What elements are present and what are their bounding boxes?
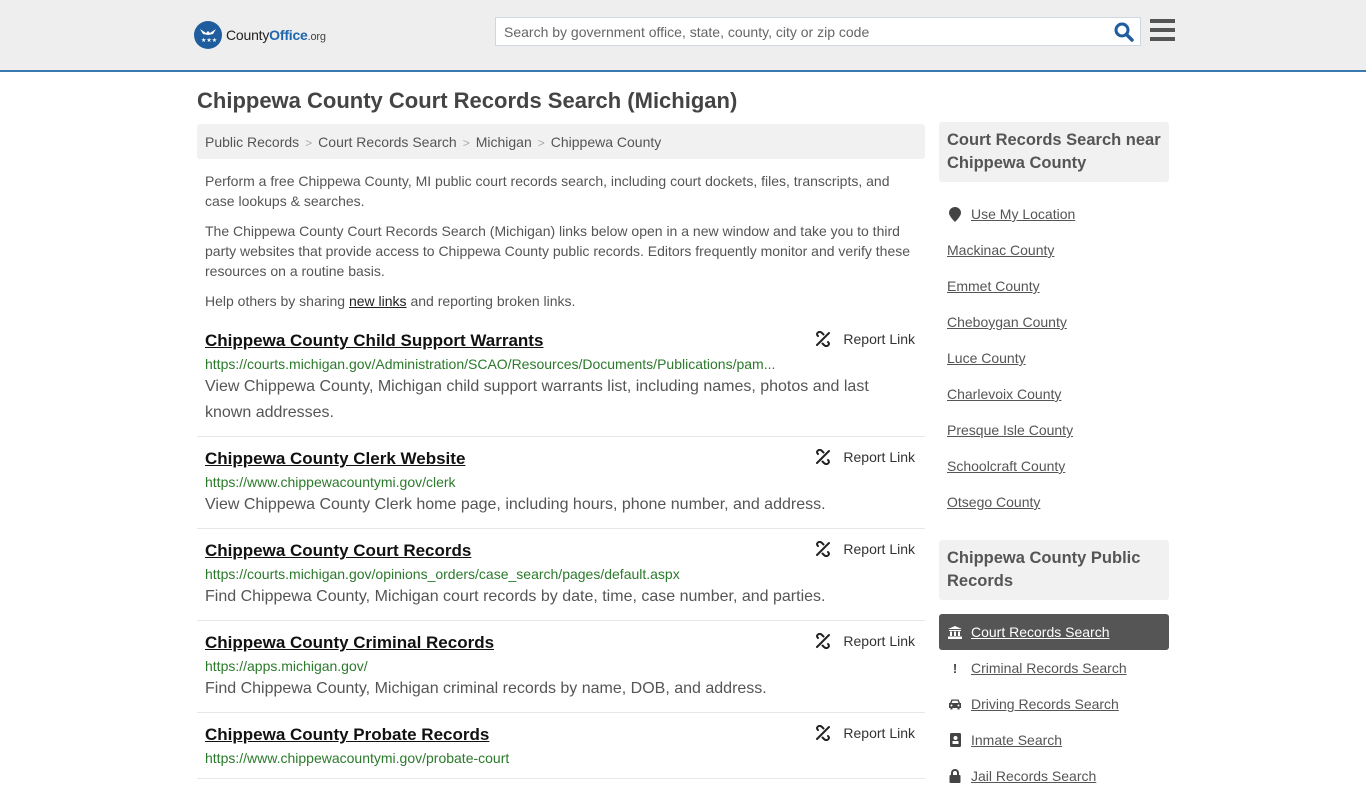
breadcrumb-public-records[interactable]: Public Records	[205, 134, 299, 150]
intro-share-paragraph: Help others by sharing new links and rep…	[205, 293, 576, 309]
inmate-search-link[interactable]: Inmate Search	[971, 732, 1062, 748]
nearby-county-item: Mackinac County	[939, 232, 1169, 268]
broken-link-icon	[816, 541, 831, 557]
nearby-county-link[interactable]: Otsego County	[947, 494, 1040, 510]
intro: Perform a free Chippewa County, MI publi…	[197, 159, 925, 311]
id-badge-icon	[947, 733, 963, 747]
public-records-item-active: Court Records Search	[939, 614, 1169, 650]
result-url: https://courts.michigan.gov/opinions_ord…	[205, 566, 680, 582]
breadcrumb-separator: >	[305, 136, 313, 150]
map-marker-icon	[947, 206, 963, 222]
nearby-county-item: Luce County	[939, 340, 1169, 376]
nearby-county-item: Schoolcraft County	[939, 448, 1169, 484]
result-description: View Chippewa County Clerk home page, in…	[205, 496, 826, 513]
nearby-county-link[interactable]: Cheboygan County	[947, 314, 1067, 330]
nearby-county-link[interactable]: Luce County	[947, 350, 1026, 366]
public-records-heading: Chippewa County Public Records	[939, 540, 1169, 600]
nearby-county-item: Otsego County	[939, 484, 1169, 520]
site-header: ★★★ CountyOffice.org	[0, 0, 1366, 72]
main-content: Public Records > Court Records Search > Mich…	[197, 124, 925, 779]
svg-text:★★★: ★★★	[201, 37, 217, 44]
breadcrumb-michigan[interactable]: Michigan	[476, 134, 532, 150]
result-item: Chippewa County Child Support Warrants R…	[197, 325, 925, 437]
breadcrumb-chippewa-county[interactable]: Chippewa County	[551, 134, 662, 150]
result-description: Find Chippewa County, Michigan criminal …	[205, 680, 767, 697]
broken-link-icon	[816, 633, 831, 649]
result-url: https://courts.michigan.gov/Administrati…	[205, 356, 776, 372]
breadcrumb-separator: >	[462, 136, 470, 150]
public-records-item: Jail Records Search	[939, 758, 1169, 794]
nearby-county-item: Cheboygan County	[939, 304, 1169, 340]
public-records-item: Inmate Search	[939, 722, 1169, 758]
broken-link-icon	[816, 331, 831, 347]
car-icon	[947, 699, 963, 710]
report-link-button[interactable]: Report Link	[815, 541, 915, 557]
result-item: Chippewa County Criminal Records Report …	[197, 621, 925, 713]
site-logo[interactable]: ★★★ CountyOffice.org	[194, 21, 326, 49]
nearby-county-item: Presque Isle County	[939, 412, 1169, 448]
lock-icon	[947, 769, 963, 783]
report-link-button[interactable]: Report Link	[815, 633, 915, 649]
search-input[interactable]	[496, 18, 1096, 45]
public-records-item: ! Criminal Records Search	[939, 650, 1169, 686]
public-records-item: Driving Records Search	[939, 686, 1169, 722]
search-box	[495, 17, 1141, 46]
nearby-heading: Court Records Search near Chippewa Count…	[939, 122, 1169, 182]
result-description: Find Chippewa County, Michigan court rec…	[205, 588, 826, 605]
page-title: Chippewa County Court Records Search (Mi…	[197, 88, 738, 113]
nearby-county-item: Emmet County	[939, 268, 1169, 304]
broken-link-icon	[816, 725, 831, 741]
report-link-button[interactable]: Report Link	[815, 331, 915, 347]
result-description: View Chippewa County, Michigan child sup…	[205, 378, 869, 421]
eagle-stars-badge-icon: ★★★	[194, 21, 222, 49]
breadcrumb-separator: >	[537, 136, 545, 150]
intro-paragraph: Perform a free Chippewa County, MI publi…	[205, 173, 890, 209]
results-list: Chippewa County Child Support Warrants R…	[197, 325, 925, 779]
sidebar: Court Records Search near Chippewa Count…	[939, 122, 1169, 794]
result-title-link[interactable]: Chippewa County Court Records	[205, 539, 471, 563]
result-item: Chippewa County Probate Records Report L…	[197, 713, 925, 779]
new-links-link[interactable]: new links	[349, 293, 407, 309]
nearby-county-item: Charlevoix County	[939, 376, 1169, 412]
nearby-list: Use My Location Mackinac County Emmet Co…	[939, 196, 1169, 520]
report-link-button[interactable]: Report Link	[815, 449, 915, 465]
breadcrumb: Public Records > Court Records Search > Mich…	[197, 124, 925, 159]
result-title-link[interactable]: Chippewa County Probate Records	[205, 723, 489, 747]
result-url: https://www.chippewacountymi.gov/clerk	[205, 474, 456, 490]
hamburger-menu-icon[interactable]	[1150, 19, 1175, 41]
driving-records-search-link[interactable]: Driving Records Search	[971, 696, 1119, 712]
jail-records-search-link[interactable]: Jail Records Search	[971, 768, 1096, 784]
report-link-button[interactable]: Report Link	[815, 725, 915, 741]
result-url: https://apps.michigan.gov/	[205, 658, 368, 674]
result-url: https://www.chippewacountymi.gov/probate…	[205, 750, 510, 766]
nearby-county-link[interactable]: Charlevoix County	[947, 386, 1061, 402]
nearby-county-link[interactable]: Emmet County	[947, 278, 1040, 294]
intro-paragraph: The Chippewa County Court Records Search…	[205, 223, 911, 279]
exclamation-icon: !	[952, 660, 958, 676]
use-my-location-item: Use My Location	[939, 196, 1169, 232]
nearby-county-link[interactable]: Schoolcraft County	[947, 458, 1065, 474]
broken-link-icon	[816, 449, 831, 465]
result-title-link[interactable]: Chippewa County Child Support Warrants	[205, 329, 543, 353]
search-icon[interactable]	[1114, 22, 1134, 42]
criminal-records-search-link[interactable]: Criminal Records Search	[971, 660, 1127, 676]
result-title-link[interactable]: Chippewa County Clerk Website	[205, 447, 465, 471]
logo-text: CountyOffice.org	[226, 27, 326, 43]
result-item: Chippewa County Clerk Website Report Lin…	[197, 437, 925, 529]
court-records-search-link[interactable]: Court Records Search	[971, 624, 1110, 640]
nearby-county-link[interactable]: Mackinac County	[947, 242, 1054, 258]
courthouse-icon	[947, 625, 963, 639]
public-records-list: Court Records Search ! Criminal Records …	[939, 614, 1169, 794]
result-item: Chippewa County Court Records Report Lin…	[197, 529, 925, 621]
result-title-link[interactable]: Chippewa County Criminal Records	[205, 631, 494, 655]
breadcrumb-court-records-search[interactable]: Court Records Search	[318, 134, 457, 150]
nearby-county-link[interactable]: Presque Isle County	[947, 422, 1073, 438]
use-my-location-link[interactable]: Use My Location	[971, 206, 1075, 222]
